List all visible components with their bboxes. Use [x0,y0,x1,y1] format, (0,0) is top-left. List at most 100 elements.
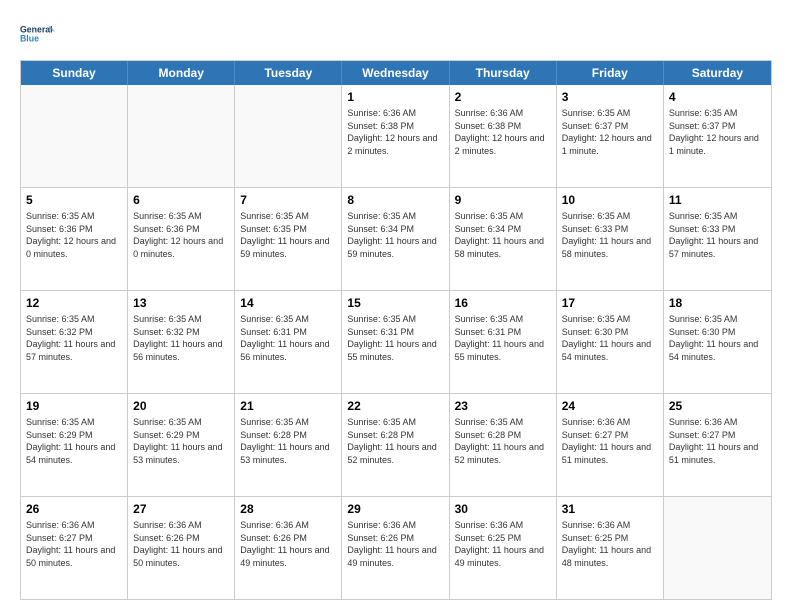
day-cell-7: 7 Sunrise: 6:35 AM Sunset: 6:35 PM Daylig… [235,188,342,290]
day-info: Sunrise: 6:36 AM Sunset: 6:38 PM Dayligh… [455,107,551,157]
day-cell-28: 28 Sunrise: 6:36 AM Sunset: 6:26 PM Dayli… [235,497,342,599]
day-info: Sunrise: 6:35 AM Sunset: 6:28 PM Dayligh… [347,416,443,466]
calendar-row-0: 1 Sunrise: 6:36 AM Sunset: 6:38 PM Daylig… [21,85,771,187]
day-cell-27: 27Sunrise: 6:36 AM Sunset: 6:26 PM Dayli… [128,497,235,599]
day-cell-13: 13Sunrise: 6:35 AM Sunset: 6:32 PM Dayli… [128,291,235,393]
day-cell-18: 18Sunrise: 6:35 AM Sunset: 6:30 PM Dayli… [664,291,771,393]
svg-text:Blue: Blue [20,34,39,44]
day-number: 10 [562,192,658,208]
day-cell-16: 16 Sunrise: 6:35 AM Sunset: 6:31 PM Dayli… [450,291,557,393]
day-number: 11 [669,192,766,208]
day-cell-6: 6Sunrise: 6:35 AM Sunset: 6:36 PM Daylig… [128,188,235,290]
day-info: Sunrise: 6:36 AM Sunset: 6:27 PM Dayligh… [562,416,658,466]
day-info: Sunrise: 6:36 AM Sunset: 6:38 PM Dayligh… [347,107,443,157]
day-info: Sunrise: 6:35 AM Sunset: 6:37 PM Dayligh… [562,107,658,157]
header-day-thursday: Thursday [450,61,557,85]
day-number: 21 [240,398,336,414]
svg-text:General: General [20,24,53,34]
day-cell-9: 9 Sunrise: 6:35 AM Sunset: 6:34 PM Daylig… [450,188,557,290]
day-cell-10: 10 Sunrise: 6:35 AM Sunset: 6:33 PM Dayli… [557,188,664,290]
day-info: Sunrise: 6:35 AM Sunset: 6:31 PM Dayligh… [347,313,443,363]
day-cell-31: 31 Sunrise: 6:36 AM Sunset: 6:25 PM Dayli… [557,497,664,599]
day-number: 9 [455,192,551,208]
day-number: 28 [240,501,336,517]
day-info: Sunrise: 6:36 AM Sunset: 6:27 PM Dayligh… [26,519,122,569]
day-info: Sunrise: 6:35 AM Sunset: 6:31 PM Dayligh… [240,313,336,363]
day-info: Sunrise: 6:35 AM Sunset: 6:34 PM Dayligh… [455,210,551,260]
day-cell-empty-4-6 [664,497,771,599]
day-number: 16 [455,295,551,311]
day-cell-22: 22 Sunrise: 6:35 AM Sunset: 6:28 PM Dayli… [342,394,449,496]
day-cell-17: 17Sunrise: 6:35 AM Sunset: 6:30 PM Dayli… [557,291,664,393]
day-cell-25: 25 Sunrise: 6:36 AM Sunset: 6:27 PM Dayli… [664,394,771,496]
day-info: Sunrise: 6:35 AM Sunset: 6:36 PM Dayligh… [26,210,122,260]
day-number: 5 [26,192,122,208]
header-day-friday: Friday [557,61,664,85]
calendar: SundayMondayTuesdayWednesdayThursdayFrid… [20,60,772,600]
day-number: 12 [26,295,122,311]
day-cell-8: 8 Sunrise: 6:35 AM Sunset: 6:34 PM Daylig… [342,188,449,290]
calendar-row-2: 12 Sunrise: 6:35 AM Sunset: 6:32 PM Dayli… [21,290,771,393]
day-number: 19 [26,398,122,414]
day-info: Sunrise: 6:35 AM Sunset: 6:29 PM Dayligh… [133,416,229,466]
day-number: 1 [347,89,443,105]
day-number: 22 [347,398,443,414]
calendar-header: SundayMondayTuesdayWednesdayThursdayFrid… [21,61,771,85]
header-day-sunday: Sunday [21,61,128,85]
day-cell-14: 14Sunrise: 6:35 AM Sunset: 6:31 PM Dayli… [235,291,342,393]
day-info: Sunrise: 6:35 AM Sunset: 6:28 PM Dayligh… [240,416,336,466]
day-info: Sunrise: 6:35 AM Sunset: 6:30 PM Dayligh… [562,313,658,363]
day-cell-15: 15Sunrise: 6:35 AM Sunset: 6:31 PM Dayli… [342,291,449,393]
day-number: 8 [347,192,443,208]
day-info: Sunrise: 6:35 AM Sunset: 6:35 PM Dayligh… [240,210,336,260]
logo: GeneralBlue [20,16,56,52]
day-info: Sunrise: 6:36 AM Sunset: 6:27 PM Dayligh… [669,416,766,466]
day-info: Sunrise: 6:36 AM Sunset: 6:25 PM Dayligh… [455,519,551,569]
header-day-wednesday: Wednesday [342,61,449,85]
header-day-saturday: Saturday [664,61,771,85]
day-info: Sunrise: 6:35 AM Sunset: 6:32 PM Dayligh… [26,313,122,363]
day-info: Sunrise: 6:35 AM Sunset: 6:37 PM Dayligh… [669,107,766,157]
day-cell-5: 5 Sunrise: 6:35 AM Sunset: 6:36 PM Daylig… [21,188,128,290]
day-number: 13 [133,295,229,311]
day-number: 31 [562,501,658,517]
logo-icon: GeneralBlue [20,16,56,52]
page: GeneralBlue SundayMondayTuesdayWednesday… [0,0,792,612]
day-cell-20: 20 Sunrise: 6:35 AM Sunset: 6:29 PM Dayli… [128,394,235,496]
day-cell-30: 30 Sunrise: 6:36 AM Sunset: 6:25 PM Dayli… [450,497,557,599]
day-info: Sunrise: 6:35 AM Sunset: 6:29 PM Dayligh… [26,416,122,466]
day-number: 23 [455,398,551,414]
day-number: 18 [669,295,766,311]
day-cell-12: 12 Sunrise: 6:35 AM Sunset: 6:32 PM Dayli… [21,291,128,393]
calendar-row-3: 19 Sunrise: 6:35 AM Sunset: 6:29 PM Dayli… [21,393,771,496]
day-number: 30 [455,501,551,517]
day-cell-24: 24Sunrise: 6:36 AM Sunset: 6:27 PM Dayli… [557,394,664,496]
day-cell-2: 2 Sunrise: 6:36 AM Sunset: 6:38 PM Daylig… [450,85,557,187]
day-info: Sunrise: 6:35 AM Sunset: 6:28 PM Dayligh… [455,416,551,466]
calendar-row-4: 26Sunrise: 6:36 AM Sunset: 6:27 PM Dayli… [21,496,771,599]
day-info: Sunrise: 6:35 AM Sunset: 6:33 PM Dayligh… [562,210,658,260]
header: GeneralBlue [20,16,772,52]
header-day-monday: Monday [128,61,235,85]
day-info: Sunrise: 6:36 AM Sunset: 6:25 PM Dayligh… [562,519,658,569]
day-number: 6 [133,192,229,208]
day-cell-empty-0-0 [21,85,128,187]
day-info: Sunrise: 6:35 AM Sunset: 6:34 PM Dayligh… [347,210,443,260]
day-number: 20 [133,398,229,414]
header-day-tuesday: Tuesday [235,61,342,85]
day-cell-19: 19 Sunrise: 6:35 AM Sunset: 6:29 PM Dayli… [21,394,128,496]
day-number: 4 [669,89,766,105]
calendar-body: 1 Sunrise: 6:36 AM Sunset: 6:38 PM Daylig… [21,85,771,599]
day-number: 25 [669,398,766,414]
day-number: 27 [133,501,229,517]
calendar-row-1: 5 Sunrise: 6:35 AM Sunset: 6:36 PM Daylig… [21,187,771,290]
day-cell-23: 23 Sunrise: 6:35 AM Sunset: 6:28 PM Dayli… [450,394,557,496]
day-cell-empty-0-2 [235,85,342,187]
day-cell-4: 4 Sunrise: 6:35 AM Sunset: 6:37 PM Daylig… [664,85,771,187]
day-cell-29: 29Sunrise: 6:36 AM Sunset: 6:26 PM Dayli… [342,497,449,599]
day-info: Sunrise: 6:36 AM Sunset: 6:26 PM Dayligh… [240,519,336,569]
day-cell-11: 11Sunrise: 6:35 AM Sunset: 6:33 PM Dayli… [664,188,771,290]
day-number: 7 [240,192,336,208]
day-info: Sunrise: 6:35 AM Sunset: 6:31 PM Dayligh… [455,313,551,363]
day-number: 2 [455,89,551,105]
